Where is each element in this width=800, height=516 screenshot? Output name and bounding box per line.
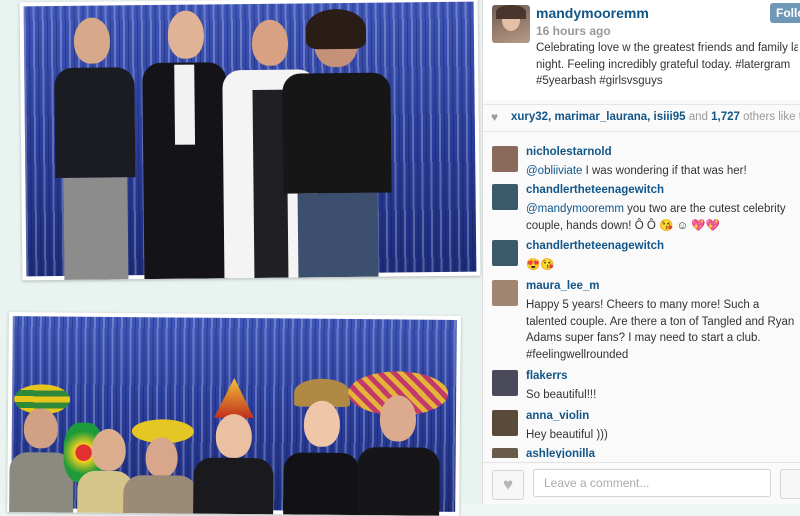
- comment-text: So beautiful!!!: [526, 389, 597, 401]
- photo-booth-picture-top: [19, 0, 481, 281]
- post-caption: Celebrating love w the greatest friends …: [536, 40, 798, 90]
- post-username[interactable]: mandymooremm: [536, 5, 649, 21]
- likes-summary: ♥ xury32, marimar_laurana, isiii95 and 1…: [483, 104, 800, 132]
- person-10: [347, 335, 449, 516]
- comment-username[interactable]: maura_lee_m: [526, 280, 600, 292]
- avatar[interactable]: [492, 5, 530, 43]
- comment-composer: ♥: [483, 462, 800, 504]
- more-options-button[interactable]: [780, 469, 800, 499]
- comment-text: Happy 5 years! Cheers to many more! Such…: [526, 299, 795, 361]
- person-1: [48, 17, 141, 280]
- comment-username[interactable]: chandlertheteenagewitch: [526, 184, 664, 196]
- comment-username[interactable]: anna_violin: [526, 410, 589, 422]
- like-button[interactable]: ♥: [492, 470, 524, 500]
- comment-username[interactable]: ashleyjonilla: [526, 448, 595, 458]
- post-sidebar: mandymooremm 16 hours ago Follo Celebrat…: [482, 0, 800, 504]
- comment-username[interactable]: chandlertheteenagewitch: [526, 240, 664, 252]
- avatar[interactable]: [492, 184, 518, 210]
- avatar[interactable]: [492, 240, 518, 266]
- avatar[interactable]: [492, 448, 518, 458]
- heart-icon: ♥: [491, 110, 499, 124]
- caption-line: night. Feeling incredibly grateful today…: [536, 58, 791, 71]
- avatar[interactable]: [492, 410, 518, 436]
- comment-list: nicholestarnold @obliiviate I was wonder…: [483, 138, 800, 458]
- photo-booth-picture-bottom: [7, 312, 461, 516]
- comment-body: I was wondering if that was her!: [582, 165, 747, 177]
- comment-input[interactable]: [533, 469, 771, 497]
- avatar[interactable]: [492, 370, 518, 396]
- comment-text: 😍😘: [526, 259, 555, 271]
- likes-connector: and: [685, 111, 712, 123]
- caption-line: Celebrating love w the greatest friends …: [536, 42, 798, 54]
- comment-username[interactable]: nicholestarnold: [526, 146, 612, 158]
- likes-text: xury32, marimar_laurana, isiii95 and 1,7…: [511, 111, 800, 123]
- comment-text: @mandymooremm you two are the cutest cel…: [526, 201, 798, 234]
- post-header: mandymooremm 16 hours ago Follo Celebrat…: [483, 0, 800, 100]
- caption-line: #5yearbash #girlsvsguys: [536, 75, 663, 87]
- person-4: [276, 8, 399, 278]
- person-8: [191, 334, 277, 515]
- follow-button[interactable]: Follo: [770, 3, 800, 23]
- likers-list[interactable]: xury32, marimar_laurana, isiii95: [511, 111, 686, 123]
- post-timestamp[interactable]: 16 hours ago: [536, 24, 611, 38]
- person-7: [123, 363, 198, 514]
- post-image: [0, 0, 482, 516]
- likes-count[interactable]: 1,727: [711, 111, 740, 123]
- person-2: [138, 10, 231, 280]
- comment-mention[interactable]: @mandymooremm: [526, 203, 624, 215]
- likes-suffix: others like th: [743, 111, 800, 123]
- heart-icon: ♥: [502, 475, 514, 494]
- comment-username[interactable]: flakerrs: [526, 370, 568, 382]
- comment-mention[interactable]: @obliiviate: [526, 165, 582, 177]
- avatar[interactable]: [492, 146, 518, 172]
- comment-text: Hey beautiful ))): [526, 429, 608, 441]
- comment-text: @obliiviate I was wondering if that was …: [526, 163, 798, 180]
- avatar[interactable]: [492, 280, 518, 306]
